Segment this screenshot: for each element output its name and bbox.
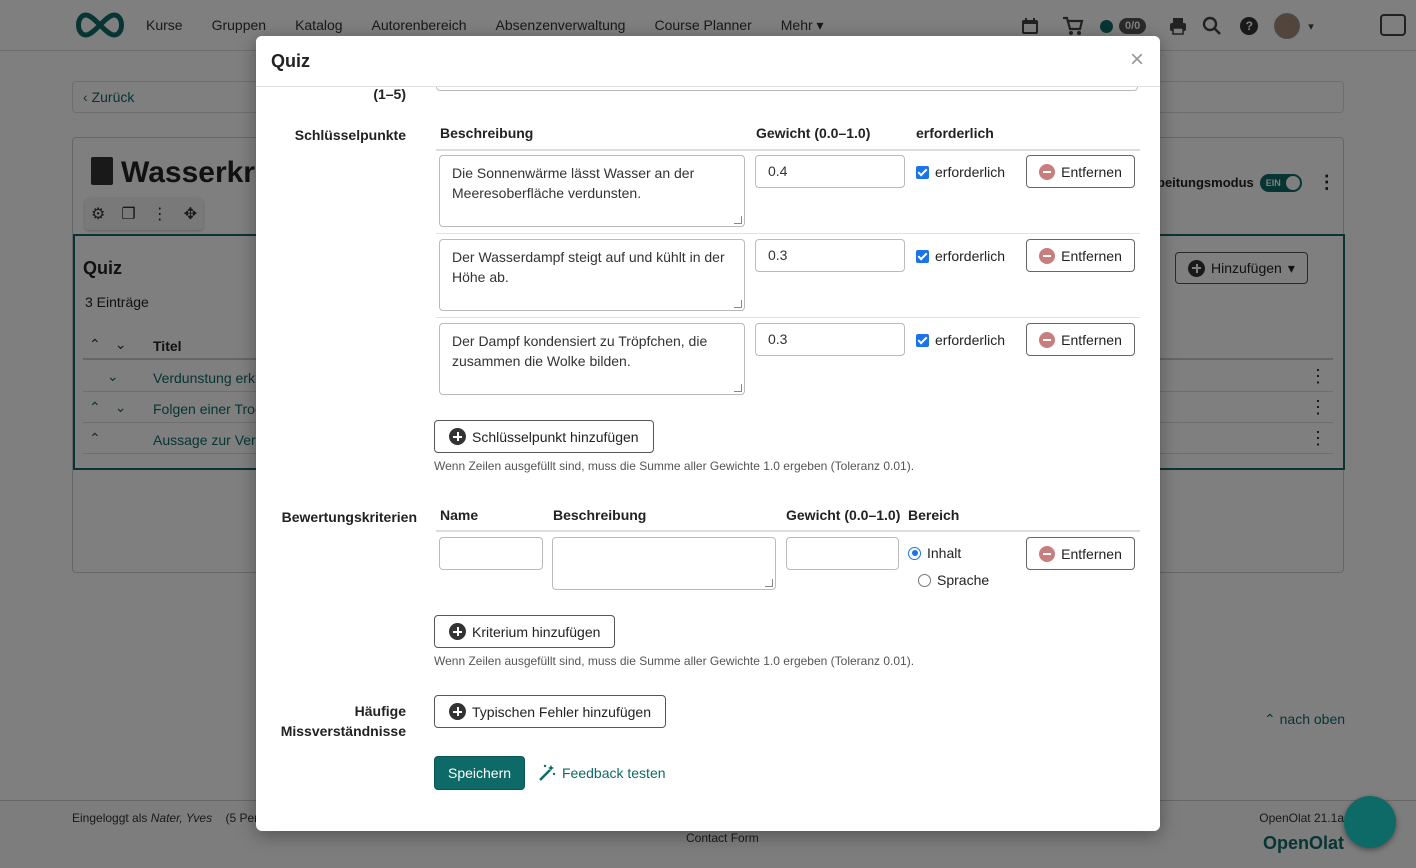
criterion-name-input[interactable]	[439, 537, 543, 570]
keypoint-required-checkbox[interactable]: erforderlich	[916, 332, 1005, 348]
modal-title: Quiz	[271, 51, 310, 71]
keypoints-hint: Wenn Zeilen ausgefüllt sind, muss die Su…	[434, 459, 915, 473]
modal-header: Quiz ×	[256, 36, 1160, 87]
col-description: Beschreibung	[440, 125, 534, 141]
save-button[interactable]: Speichern	[434, 756, 526, 790]
misconceptions-label: Häufige Missverständnisse	[280, 703, 406, 739]
feedback-test-link[interactable]: Feedback testen	[538, 764, 666, 782]
add-criterion-button[interactable]: Kriterium hinzufügen	[434, 615, 616, 648]
checkbox-checked-icon[interactable]	[916, 249, 929, 263]
keypoint-weight-input[interactable]: 0.3	[755, 323, 905, 356]
keypoint-description-input[interactable]: Der Dampf kondensiert zu Tröpfchen, die …	[439, 323, 745, 395]
magic-wand-icon	[539, 764, 556, 781]
scope-radio-content[interactable]: Inhalt	[908, 545, 961, 561]
modal-body: (1–5) Schlüsselpunkte Beschreibung Gewic…	[256, 75, 1160, 831]
keypoint-weight-input[interactable]: 0.3	[755, 239, 905, 272]
remove-criterion-button[interactable]: Entfernen	[1026, 537, 1135, 570]
keypoint-weight-input[interactable]: 0.4	[755, 155, 905, 188]
header-divider	[436, 530, 1140, 532]
col-weight: Gewicht (0.0–1.0)	[756, 125, 871, 141]
minus-circle-icon	[1039, 331, 1056, 348]
scale-label: (1–5)	[373, 86, 406, 102]
keypoint-required-checkbox[interactable]: erforderlich	[916, 248, 1005, 264]
keypoint-description-input[interactable]: Die Sonnenwärme lässt Wasser an der Meer…	[439, 155, 745, 227]
plus-circle-icon	[449, 623, 466, 640]
remove-keypoint-button[interactable]: Entfernen	[1026, 323, 1135, 356]
keypoints-label: Schlüsselpunkte	[294, 127, 406, 143]
criterion-description-input[interactable]	[552, 537, 776, 590]
col-name: Name	[440, 507, 479, 523]
add-misconception-button[interactable]: Typischen Fehler hinzufügen	[434, 695, 666, 728]
col-weight: Gewicht (0.0–1.0)	[786, 507, 901, 523]
radio-selected-icon[interactable]	[908, 546, 921, 560]
radio-unselected-icon[interactable]	[918, 573, 931, 587]
minus-circle-icon	[1039, 545, 1056, 562]
keypoint-description-input[interactable]: Der Wasserdampf steigt auf und kühlt in …	[439, 239, 745, 311]
plus-circle-icon	[449, 703, 466, 720]
col-description: Beschreibung	[553, 507, 647, 523]
col-required: erforderlich	[916, 125, 994, 141]
minus-circle-icon	[1039, 163, 1056, 180]
remove-keypoint-button[interactable]: Entfernen	[1026, 239, 1135, 272]
checkbox-checked-icon[interactable]	[916, 333, 929, 347]
header-divider	[436, 149, 1140, 151]
minus-circle-icon	[1039, 247, 1056, 264]
scope-radio-language[interactable]: Sprache	[918, 572, 989, 588]
add-keypoint-button[interactable]: Schlüsselpunkt hinzufügen	[434, 420, 654, 453]
close-icon[interactable]: ×	[1130, 48, 1144, 72]
row-divider	[436, 317, 1140, 318]
quiz-modal: Quiz × (1–5) Schlüsselpunkte Beschreibun…	[256, 36, 1160, 831]
plus-circle-icon	[449, 428, 466, 445]
checkbox-checked-icon[interactable]	[916, 165, 929, 179]
criteria-hint: Wenn Zeilen ausgefüllt sind, muss die Su…	[434, 654, 915, 668]
criteria-label: Bewertungskriterien	[281, 509, 417, 525]
criterion-weight-input[interactable]	[786, 537, 899, 570]
col-scope: Bereich	[908, 507, 960, 523]
chat-icon[interactable]	[1344, 796, 1396, 848]
row-divider	[436, 233, 1140, 234]
keypoint-required-checkbox[interactable]: erforderlich	[916, 164, 1005, 180]
remove-keypoint-button[interactable]: Entfernen	[1026, 155, 1135, 188]
